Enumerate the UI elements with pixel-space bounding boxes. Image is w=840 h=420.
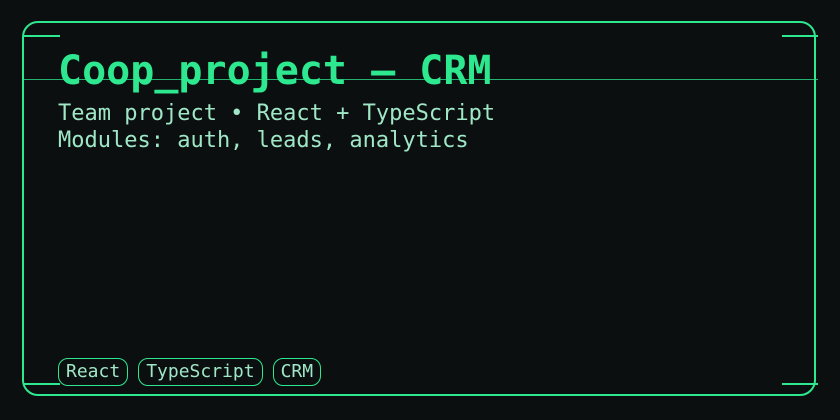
tag-typescript: TypeScript [138,358,263,386]
tag-list: React TypeScript CRM [58,358,322,386]
corner-mark-bottom-right [782,383,818,385]
project-title: Coop_project — CRM [58,48,492,94]
tag-crm: CRM [272,358,322,386]
tag-react: React [58,358,129,386]
project-subtitle: Team project • React + TypeScript [58,101,496,126]
corner-mark-top-right [782,35,818,37]
corner-mark-top-left [24,35,60,37]
project-modules: Modules: auth, leads, analytics [58,128,469,153]
corner-mark-bottom-left [24,383,60,385]
